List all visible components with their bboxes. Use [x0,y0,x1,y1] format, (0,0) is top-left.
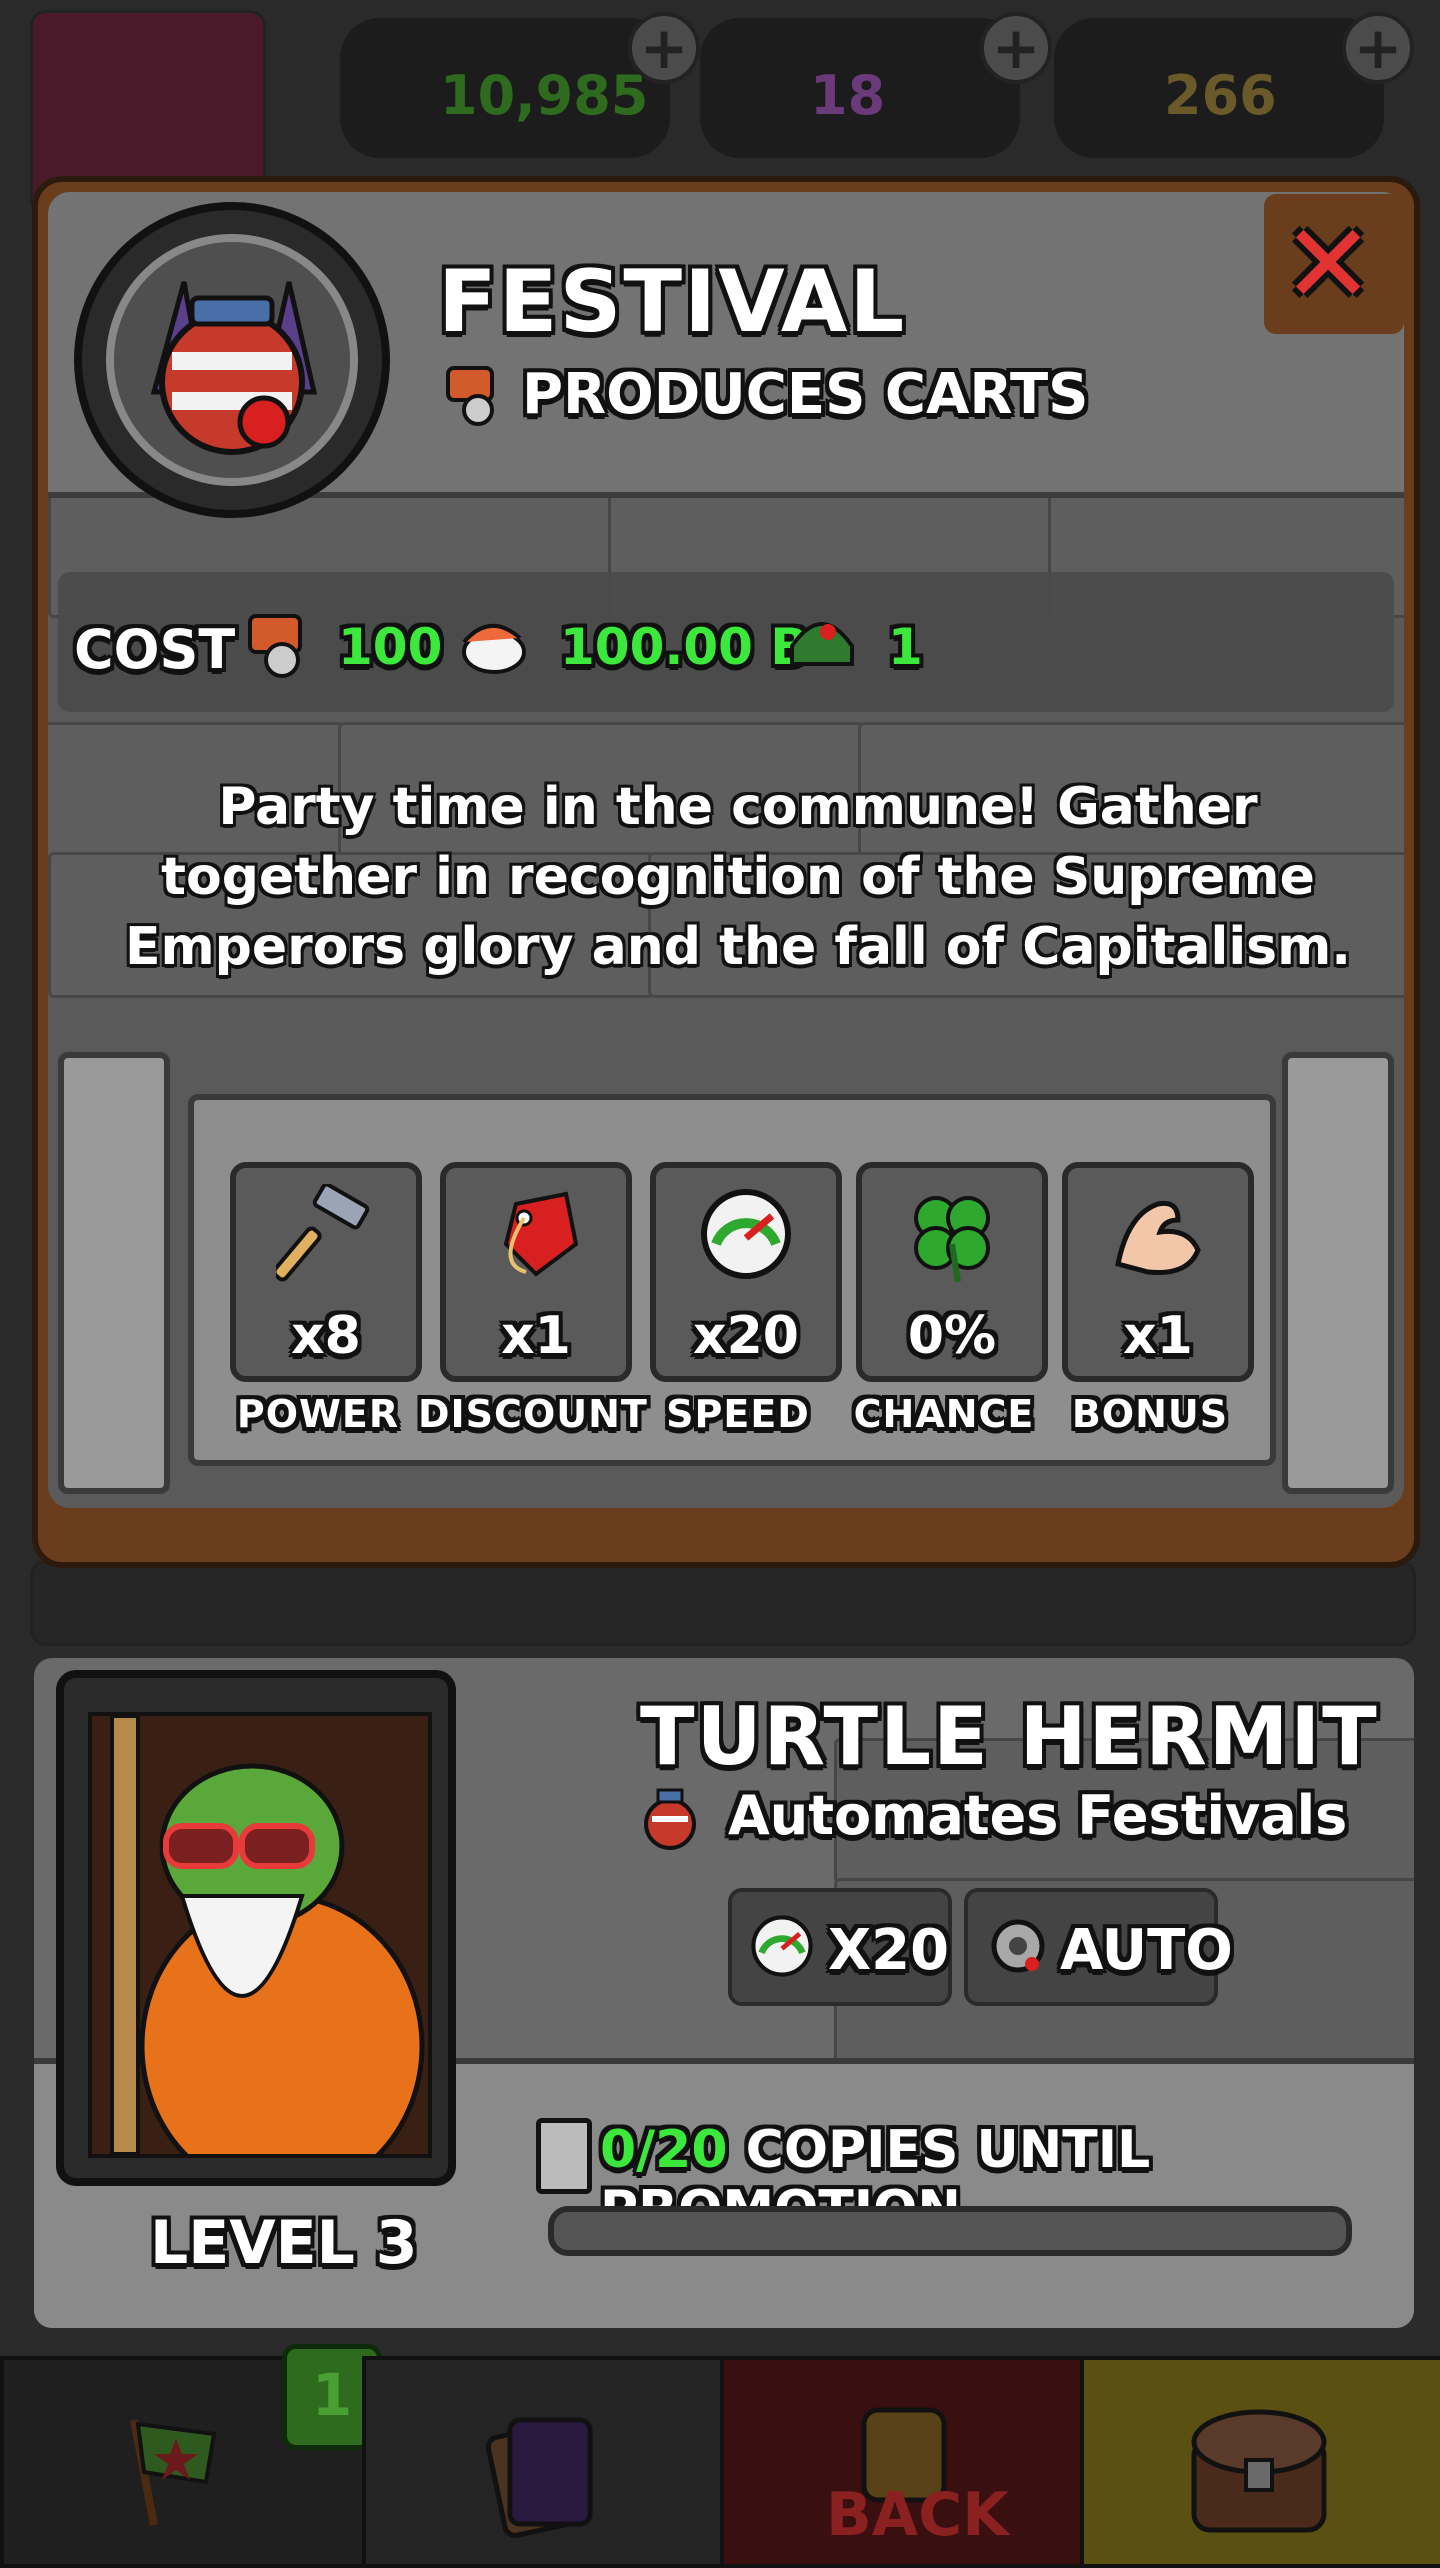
auto-pill: AUTO [964,1888,1233,2006]
sushi-icon [450,602,530,682]
stat-discount: x1 [440,1162,632,1382]
gold-value: 266 [1164,64,1277,127]
auto-label: AUTO [1060,1918,1233,1983]
stat-chance-label: CHANCE [853,1392,1035,1436]
resource-gold: 266 [1054,18,1384,158]
cart-icon [238,602,318,682]
cost-carts-value: 100 [338,618,443,676]
speed-value: X20 [828,1918,950,1983]
stat-bonus-value: x1 [1123,1306,1193,1366]
stat-discount-label: DISCOUNT [418,1392,648,1436]
speedometer-icon [748,1912,816,1980]
nav-chest-button[interactable] [1080,2356,1440,2568]
gear-icon [984,1912,1052,1980]
add-gold-icon[interactable]: + [1342,12,1414,84]
resource-cash: 10,985 [340,18,670,158]
building-title: FESTIVAL [438,252,907,352]
close-icon: ✕ [1282,200,1375,328]
stat-power: x8 [230,1162,422,1382]
stat-chance-value: 0% [907,1306,997,1366]
stat-power-label: POWER [236,1392,400,1436]
frame-post-right [1282,1052,1394,1494]
cards-icon [476,2400,606,2540]
treasure-chest-icon [1174,2400,1344,2540]
bicep-icon [1108,1184,1208,1284]
nav-cards-button[interactable] [362,2356,724,2568]
cost-label: COST [74,618,236,681]
add-potion-icon[interactable]: + [980,12,1052,84]
manager-level: LEVEL 3 [150,2208,418,2278]
manager-card[interactable] [56,1670,456,2186]
card-copy-icon [536,2118,592,2194]
stat-discount-value: x1 [501,1306,571,1366]
stat-speed: x20 [650,1162,842,1382]
resource-potion: 18 [700,18,1020,158]
close-button[interactable]: ✕ [1264,194,1404,334]
cost-sushi-value: 100.00 B [560,618,809,676]
flag-icon [114,2410,234,2530]
speed-pill: X20 [728,1888,952,2006]
back-label: BACK [826,2480,1009,2550]
price-tag-icon [486,1184,586,1284]
turtle-hermit-portrait [88,1712,432,2158]
hammer-icon [272,1182,376,1284]
stat-chance: 0% [856,1162,1048,1382]
building-badge [74,202,390,518]
stat-power-value: x8 [291,1306,361,1366]
manager-name: TURTLE HERMIT [640,1690,1379,1783]
manager-description: Automates Festivals [728,1784,1348,1847]
add-cash-icon[interactable]: + [628,12,700,84]
clover-icon [902,1184,1002,1284]
speedometer-icon [696,1184,796,1284]
cash-value: 10,985 [440,64,649,127]
background-row [30,1560,1416,1646]
cost-soldier-value: 1 [888,618,923,676]
copies-count: 0/20 [600,2120,728,2180]
promotion-progress-bar [548,2206,1352,2256]
stat-speed-value: x20 [693,1306,799,1366]
stat-bonus-label: BONUS [1071,1392,1229,1436]
building-description: Party time in the commune! Gather togeth… [124,777,1352,977]
festival-lantern-icon [632,1780,708,1856]
stats-box: x8 POWER x1 DISCOUNT x20 SPEED 0% CHANCE… [188,1094,1276,1466]
stat-bonus: x1 [1062,1162,1254,1382]
frame-post-left [58,1052,170,1494]
soldier-helmet-icon [782,602,862,682]
festival-lantern-icon [106,234,358,486]
stat-speed-label: SPEED [666,1392,810,1436]
cart-icon [438,358,508,428]
building-subtitle: PRODUCES CARTS [522,362,1089,427]
stats-frame: x8 POWER x1 DISCOUNT x20 SPEED 0% CHANCE… [58,1052,1394,1494]
potion-value: 18 [810,64,886,127]
building-info-panel: ✕ FESTIVAL PRODUCES CARTS COST 100 100.0… [32,176,1420,1568]
